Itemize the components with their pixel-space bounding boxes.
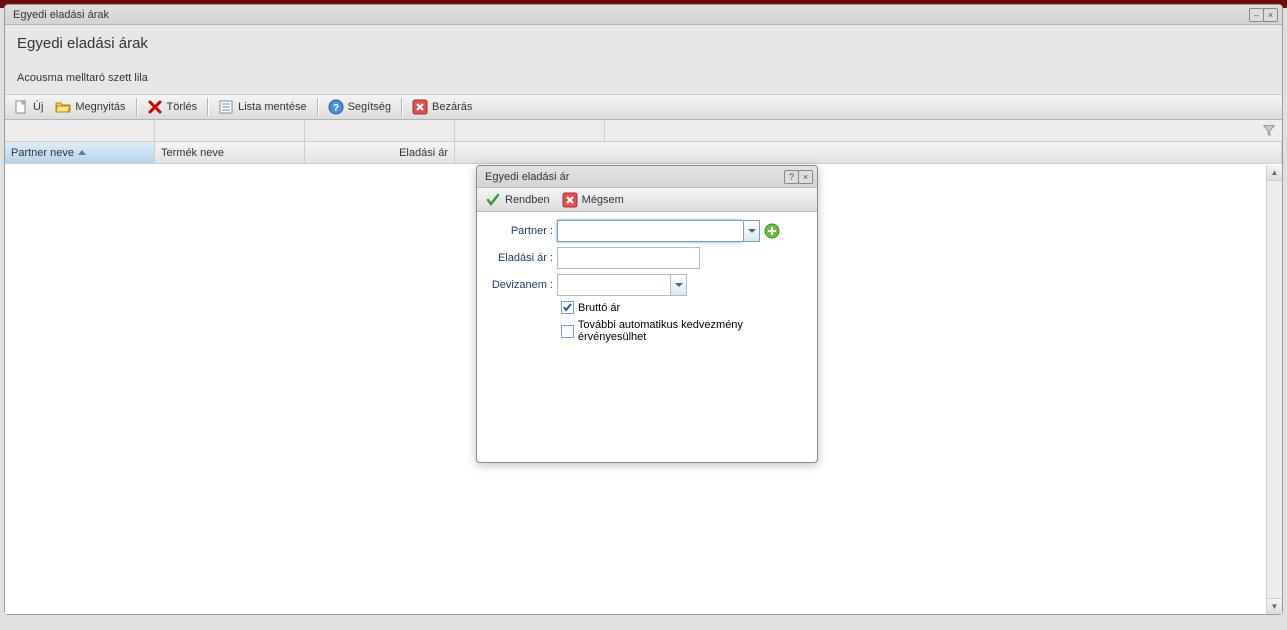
cancel-button[interactable]: Mégsem bbox=[556, 189, 630, 211]
column-sale-price[interactable]: Eladási ár bbox=[305, 142, 455, 163]
currency-combo-trigger[interactable] bbox=[670, 274, 687, 296]
cancel-x-icon bbox=[562, 192, 578, 208]
close-button-label: Bezárás bbox=[432, 101, 472, 113]
dialog-help-button[interactable]: ? bbox=[784, 170, 799, 184]
filter-cell-product[interactable] bbox=[155, 120, 305, 141]
save-list-button-label: Lista mentése bbox=[238, 101, 306, 113]
dialog-title: Egyedi eladási ár bbox=[481, 171, 785, 183]
sale-price-input[interactable] bbox=[557, 247, 700, 269]
delete-x-icon bbox=[147, 99, 163, 115]
folder-open-icon bbox=[55, 99, 71, 115]
help-icon: ? bbox=[328, 99, 344, 115]
minimize-button[interactable]: – bbox=[1249, 8, 1264, 22]
column-partner-name-label: Partner neve bbox=[11, 147, 74, 159]
svg-text:?: ? bbox=[333, 103, 339, 114]
currency-label: Devizanem : bbox=[483, 279, 557, 291]
further-discount-label: További automatikus kedvezmény érvényesü… bbox=[578, 319, 811, 343]
add-partner-button[interactable] bbox=[763, 223, 780, 240]
page-subtitle: Acousma melltaró szett lila bbox=[17, 72, 1270, 84]
scroll-down-button[interactable]: ▼ bbox=[1267, 598, 1282, 614]
column-partner-name[interactable]: Partner neve bbox=[5, 142, 155, 163]
edit-dialog: Egyedi eladási ár ? × Rendben Mégsem Par… bbox=[476, 165, 818, 463]
further-discount-checkbox[interactable] bbox=[561, 325, 574, 338]
filter-cell-partner[interactable] bbox=[5, 120, 155, 141]
currency-input[interactable] bbox=[557, 274, 670, 296]
check-icon bbox=[485, 192, 501, 208]
scroll-up-button[interactable]: ▲ bbox=[1267, 165, 1282, 181]
dialog-toolbar: Rendben Mégsem bbox=[477, 188, 817, 212]
help-button[interactable]: ? Segítség bbox=[322, 96, 397, 118]
close-x-icon bbox=[412, 99, 428, 115]
partner-label: Partner : bbox=[483, 225, 557, 237]
dialog-close-button[interactable]: × bbox=[798, 170, 813, 184]
sale-price-label: Eladási ár : bbox=[483, 252, 557, 264]
column-product-name-label: Termék neve bbox=[161, 147, 224, 159]
sort-asc-icon bbox=[78, 150, 86, 155]
new-button-label: Új bbox=[33, 101, 43, 113]
new-button[interactable]: Új bbox=[7, 96, 49, 118]
window-titlebar: Egyedi eladási árak – × bbox=[5, 5, 1282, 25]
main-toolbar: Új Megnyitás Törlés Lista mentése ? bbox=[5, 94, 1282, 120]
grid-filter-row bbox=[5, 120, 1282, 142]
column-spacer bbox=[455, 142, 1282, 163]
ok-button[interactable]: Rendben bbox=[479, 189, 556, 211]
open-button[interactable]: Megnyitás bbox=[49, 96, 131, 118]
gross-price-label: Bruttó ár bbox=[578, 302, 620, 314]
gross-price-checkbox[interactable] bbox=[561, 301, 574, 314]
delete-button-label: Törlés bbox=[167, 101, 198, 113]
close-button[interactable]: Bezárás bbox=[406, 96, 478, 118]
filter-cell-price[interactable] bbox=[305, 120, 455, 141]
new-file-icon bbox=[13, 99, 29, 115]
ok-button-label: Rendben bbox=[505, 194, 550, 206]
open-button-label: Megnyitás bbox=[75, 101, 125, 113]
help-button-label: Segítség bbox=[348, 101, 391, 113]
partner-input[interactable] bbox=[557, 220, 743, 242]
content-header: Egyedi eladási árak Acousma melltaró sze… bbox=[5, 25, 1282, 94]
partner-combo-trigger[interactable] bbox=[743, 220, 760, 242]
filter-cell-extra[interactable] bbox=[455, 120, 605, 141]
grid-header: Partner neve Termék neve Eladási ár bbox=[5, 142, 1282, 164]
page-title: Egyedi eladási árak bbox=[17, 35, 1270, 52]
column-sale-price-label: Eladási ár bbox=[399, 147, 448, 159]
filter-funnel-icon[interactable] bbox=[1262, 123, 1276, 140]
currency-combo[interactable] bbox=[557, 274, 687, 296]
save-list-button[interactable]: Lista mentése bbox=[212, 96, 312, 118]
cancel-button-label: Mégsem bbox=[582, 194, 624, 206]
delete-button[interactable]: Törlés bbox=[141, 96, 204, 118]
vertical-scrollbar[interactable]: ▲ ▼ bbox=[1266, 165, 1282, 614]
window-title: Egyedi eladási árak bbox=[9, 9, 1250, 21]
close-window-button[interactable]: × bbox=[1263, 8, 1278, 22]
list-save-icon bbox=[218, 99, 234, 115]
dialog-body: Partner : Eladási ár : Devizanem : bbox=[477, 212, 817, 462]
dialog-titlebar: Egyedi eladási ár ? × bbox=[477, 166, 817, 188]
partner-combo[interactable] bbox=[557, 220, 760, 242]
column-product-name[interactable]: Termék neve bbox=[155, 142, 305, 163]
